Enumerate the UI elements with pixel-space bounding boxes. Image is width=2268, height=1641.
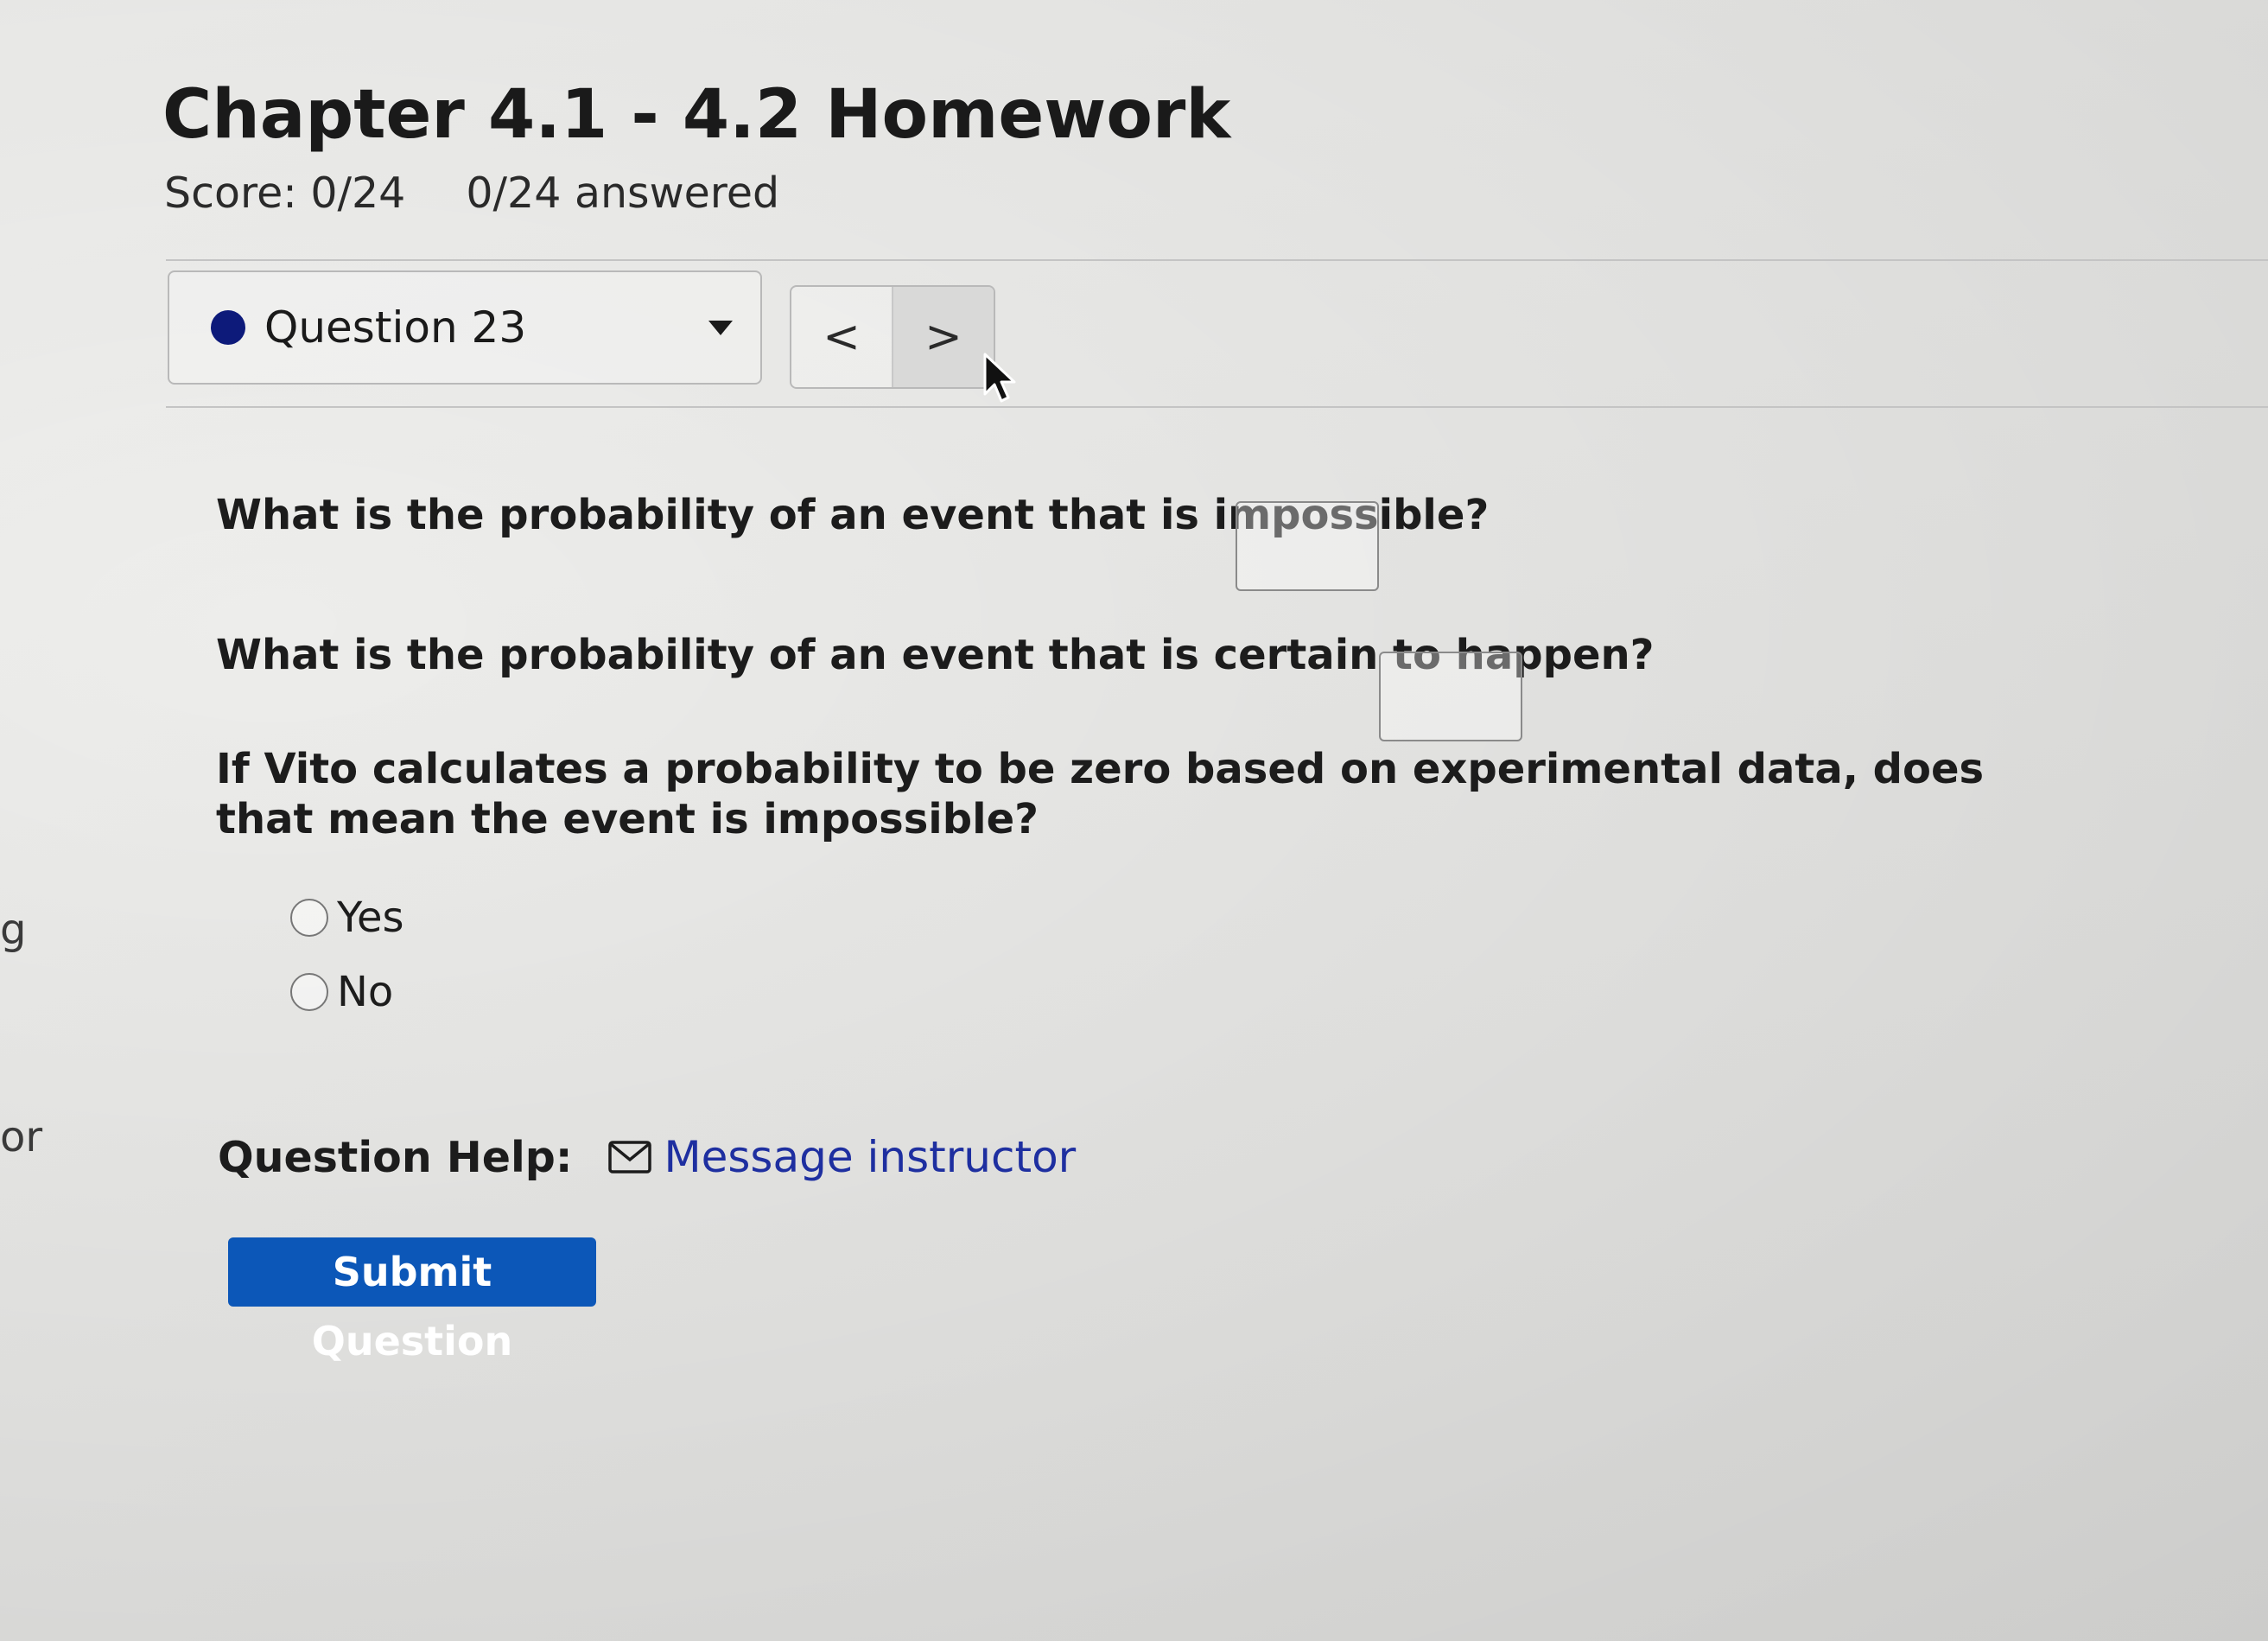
answer-input-certain[interactable] [1379,652,1522,741]
chevron-right-icon: > [924,311,962,363]
question-vito: If Vito calculates a probability to be z… [216,745,1985,843]
question-help: Question Help: Message instructor [218,1132,1076,1182]
side-fragment-top: g [0,906,27,954]
radio-circle-icon[interactable] [290,973,328,1011]
radio-option-no[interactable]: No [290,968,393,1016]
next-question-button[interactable]: > [893,287,994,387]
question-help-label: Question Help: [218,1132,573,1182]
mail-icon[interactable] [608,1141,652,1174]
radio-circle-icon[interactable] [290,899,328,937]
page-title: Chapter 4.1 - 4.2 Homework [162,76,1231,154]
answered-count: 0/24 answered [466,169,780,218]
prev-question-button[interactable]: < [791,287,893,387]
score-text: Score: 0/24 [164,169,406,218]
question-selector[interactable]: Question 23 [168,270,762,385]
submit-question-button[interactable]: Submit Question [228,1237,596,1364]
caret-down-icon [708,321,733,335]
answer-input-impossible[interactable] [1236,501,1379,591]
status-dot-icon [211,310,245,345]
message-instructor-link[interactable]: Message instructor [664,1132,1076,1182]
radio-label-no: No [337,968,394,1016]
divider-bottom [166,406,2268,408]
mouse-pointer-icon [983,353,1016,403]
chevron-left-icon: < [823,311,861,363]
question-selector-label: Question 23 [264,302,527,353]
side-fragment-bottom: or [0,1113,43,1161]
radio-option-yes[interactable]: Yes [290,894,403,942]
question-nav-group: < > [790,285,995,389]
radio-label-yes: Yes [337,894,404,942]
score-line: Score: 0/24 0/24 answered [164,169,779,218]
divider-top [166,259,2268,261]
